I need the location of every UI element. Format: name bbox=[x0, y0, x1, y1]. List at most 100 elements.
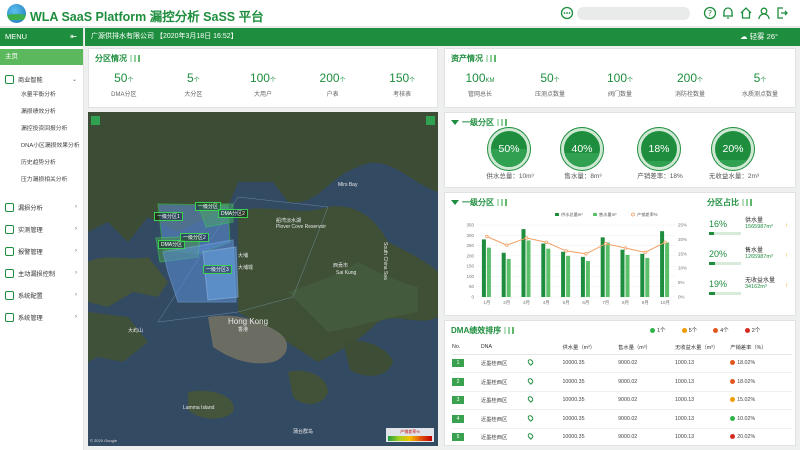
cell-no: 3 bbox=[452, 391, 481, 410]
sidebar-item-water-balance[interactable]: 水量平衡分析 bbox=[0, 87, 83, 104]
sidebar-group-label: 报警管理 bbox=[18, 248, 43, 256]
legend-count: 1个 bbox=[657, 328, 666, 334]
title-bars-icon bbox=[130, 55, 140, 62]
user-icon[interactable] bbox=[757, 6, 771, 20]
sidebar-group-system[interactable]: 系统管理 › bbox=[0, 306, 83, 328]
stat-number: 100 bbox=[465, 71, 486, 85]
sidebar-group-config[interactable]: 系统配置 › bbox=[0, 284, 83, 306]
sidebar-group-bi[interactable]: 商业智能 ⌄ bbox=[0, 71, 83, 87]
cell-location[interactable] bbox=[526, 428, 563, 447]
help-icon[interactable]: ? bbox=[703, 6, 717, 20]
line-point bbox=[623, 246, 628, 250]
map-label: 香港 bbox=[238, 327, 249, 333]
ratio-label: 无收益水量 bbox=[745, 278, 776, 284]
rate-value: 10.02% bbox=[737, 415, 756, 422]
cell-supply: 10000.35 bbox=[562, 428, 619, 447]
sidebar-item-pressure-leak[interactable]: 压力漏损相关分析 bbox=[0, 172, 83, 189]
sidebar-item-leak-performance[interactable]: 漏损绩效分析 bbox=[0, 104, 83, 121]
row-number-badge: 5 bbox=[452, 433, 464, 442]
cell-dna: 近墨桂西区 bbox=[480, 354, 529, 373]
cell-location[interactable] bbox=[526, 391, 563, 410]
map-label[interactable]: 一级分区2 bbox=[180, 233, 209, 242]
sidebar-group-active-control[interactable]: 主动漏损控制 › bbox=[0, 262, 83, 284]
gauge-fill bbox=[641, 160, 677, 167]
dma-legend-item: 2个 bbox=[744, 326, 760, 334]
status-dot bbox=[681, 328, 687, 334]
bar-sale bbox=[526, 240, 531, 297]
cell-location[interactable] bbox=[526, 372, 563, 392]
legend-count: 5个 bbox=[688, 328, 698, 334]
dma-legend-item: 5个 bbox=[681, 326, 698, 334]
map-layers-icon[interactable] bbox=[91, 116, 100, 125]
sidebar-item-dna-effect[interactable]: DNA小区漏损效果分析 bbox=[0, 138, 83, 155]
sidebar-group-alarm[interactable]: 报警管理 › bbox=[0, 240, 83, 262]
assets-stat: 5个 水质测点数量 bbox=[725, 71, 795, 98]
table-row[interactable]: 3 近墨桂西区 10000.35 9000.02 1000.13 15.02% bbox=[452, 391, 792, 410]
rate-value: 18.02% bbox=[737, 378, 756, 385]
column-header: 供水量（m³） bbox=[562, 340, 619, 355]
table-row[interactable]: 5 近墨桂西区 10000.35 9000.02 1000.13 20.02% bbox=[452, 428, 792, 447]
datetime-close: 】 bbox=[230, 33, 238, 40]
stat-label: 消防栓数量 bbox=[674, 92, 705, 98]
partition-stat: 150个 考核表 bbox=[367, 71, 437, 98]
stat-unit: 个 bbox=[339, 78, 346, 84]
collapse-menu-icon[interactable]: ⇤ bbox=[70, 28, 77, 46]
sidebar-group-leak-analysis[interactable]: 漏损分析 › bbox=[0, 196, 83, 218]
location-pin-icon[interactable] bbox=[526, 413, 535, 422]
cell-loss: 1000.13 bbox=[674, 372, 731, 392]
row-number-badge: 4 bbox=[452, 414, 464, 423]
sidebar-item-home[interactable]: 主页 bbox=[0, 49, 83, 65]
legend-swatch bbox=[631, 212, 635, 217]
y-left-tick: 200 bbox=[466, 253, 474, 258]
chart-icon bbox=[5, 74, 14, 84]
arrow-up-icon: ↑ bbox=[785, 253, 788, 259]
sidebar-item-history-trend[interactable]: 历史趋势分析 bbox=[0, 155, 83, 172]
table-row[interactable]: 1 近墨桂西区 10000.35 9000.02 1000.13 18.02% bbox=[452, 354, 792, 373]
satellite-map[interactable]: 一级分区1 一级分区 DMA分区 DMA分区2 一级分区2 大埔 一级分区3 大埔墟 Mirs … bbox=[88, 112, 438, 446]
cell-location[interactable] bbox=[526, 409, 563, 429]
line-point bbox=[524, 236, 529, 240]
top-header: WLA SaaS Platform 漏控分析 SaSS 平台 ? bbox=[0, 0, 800, 27]
cell-sale: 9000.02 bbox=[618, 372, 675, 392]
level1-chart-panel: 一级分区 0 50 100 150 200 250 300 350 0% 5% 10% 15% 20% 2… bbox=[444, 192, 796, 316]
home-icon[interactable] bbox=[739, 6, 753, 20]
map-label[interactable]: DMA分区2 bbox=[218, 209, 248, 218]
line-point bbox=[603, 242, 608, 246]
table-row[interactable]: 2 近墨桂西区 10000.35 9000.02 1000.13 18.02% bbox=[452, 372, 792, 392]
line-point bbox=[584, 252, 588, 256]
cell-supply: 10000.35 bbox=[562, 354, 619, 373]
sidebar-item-roi[interactable]: 漏控投资回报分析 bbox=[0, 121, 83, 138]
location-pin-icon[interactable] bbox=[526, 358, 535, 367]
bar-supply bbox=[481, 239, 486, 297]
sidebar-group-label: 系统配置 bbox=[18, 292, 43, 300]
partition-stat: 100个 大用户 bbox=[228, 71, 298, 98]
logout-icon[interactable] bbox=[775, 6, 789, 20]
ratio-percent: 16% bbox=[709, 219, 728, 229]
chat-icon[interactable] bbox=[560, 6, 574, 20]
location-pin-icon[interactable] bbox=[526, 376, 535, 385]
column-header: DNA bbox=[480, 340, 529, 355]
map-fullscreen-icon[interactable] bbox=[426, 116, 435, 125]
menu-label: MENU bbox=[5, 32, 28, 41]
gauge-caption: 售水量：8m³ bbox=[564, 173, 602, 180]
cell-location[interactable] bbox=[526, 354, 563, 373]
location-pin-icon[interactable] bbox=[526, 432, 535, 441]
map-legend: 产销差率% bbox=[386, 428, 434, 442]
map-label[interactable]: 一级分区1 bbox=[154, 212, 183, 221]
location-pin-icon[interactable] bbox=[526, 395, 535, 404]
stat-unit: 个 bbox=[409, 78, 416, 84]
notification-bell-icon[interactable] bbox=[721, 6, 735, 20]
stat-unit: KM bbox=[485, 78, 495, 84]
map-label[interactable]: 一级分区3 bbox=[203, 265, 232, 274]
search-input[interactable] bbox=[577, 7, 690, 20]
level1-gauge: 50% bbox=[488, 128, 530, 170]
stat-value: 5个 bbox=[725, 71, 795, 85]
stat-unit: 个 bbox=[193, 78, 200, 84]
column-header: 产销差率（%） bbox=[730, 340, 792, 355]
stat-label: 考核表 bbox=[393, 92, 412, 98]
table-row[interactable]: 4 近墨桂西区 10000.35 9000.02 1000.13 10.02% bbox=[452, 409, 792, 429]
column-header: 售水量（m³） bbox=[618, 340, 675, 355]
x-tick: 2月 bbox=[503, 300, 510, 306]
cell-no: 5 bbox=[452, 428, 481, 447]
sidebar-group-measurement[interactable]: 实测管理 › bbox=[0, 218, 83, 240]
